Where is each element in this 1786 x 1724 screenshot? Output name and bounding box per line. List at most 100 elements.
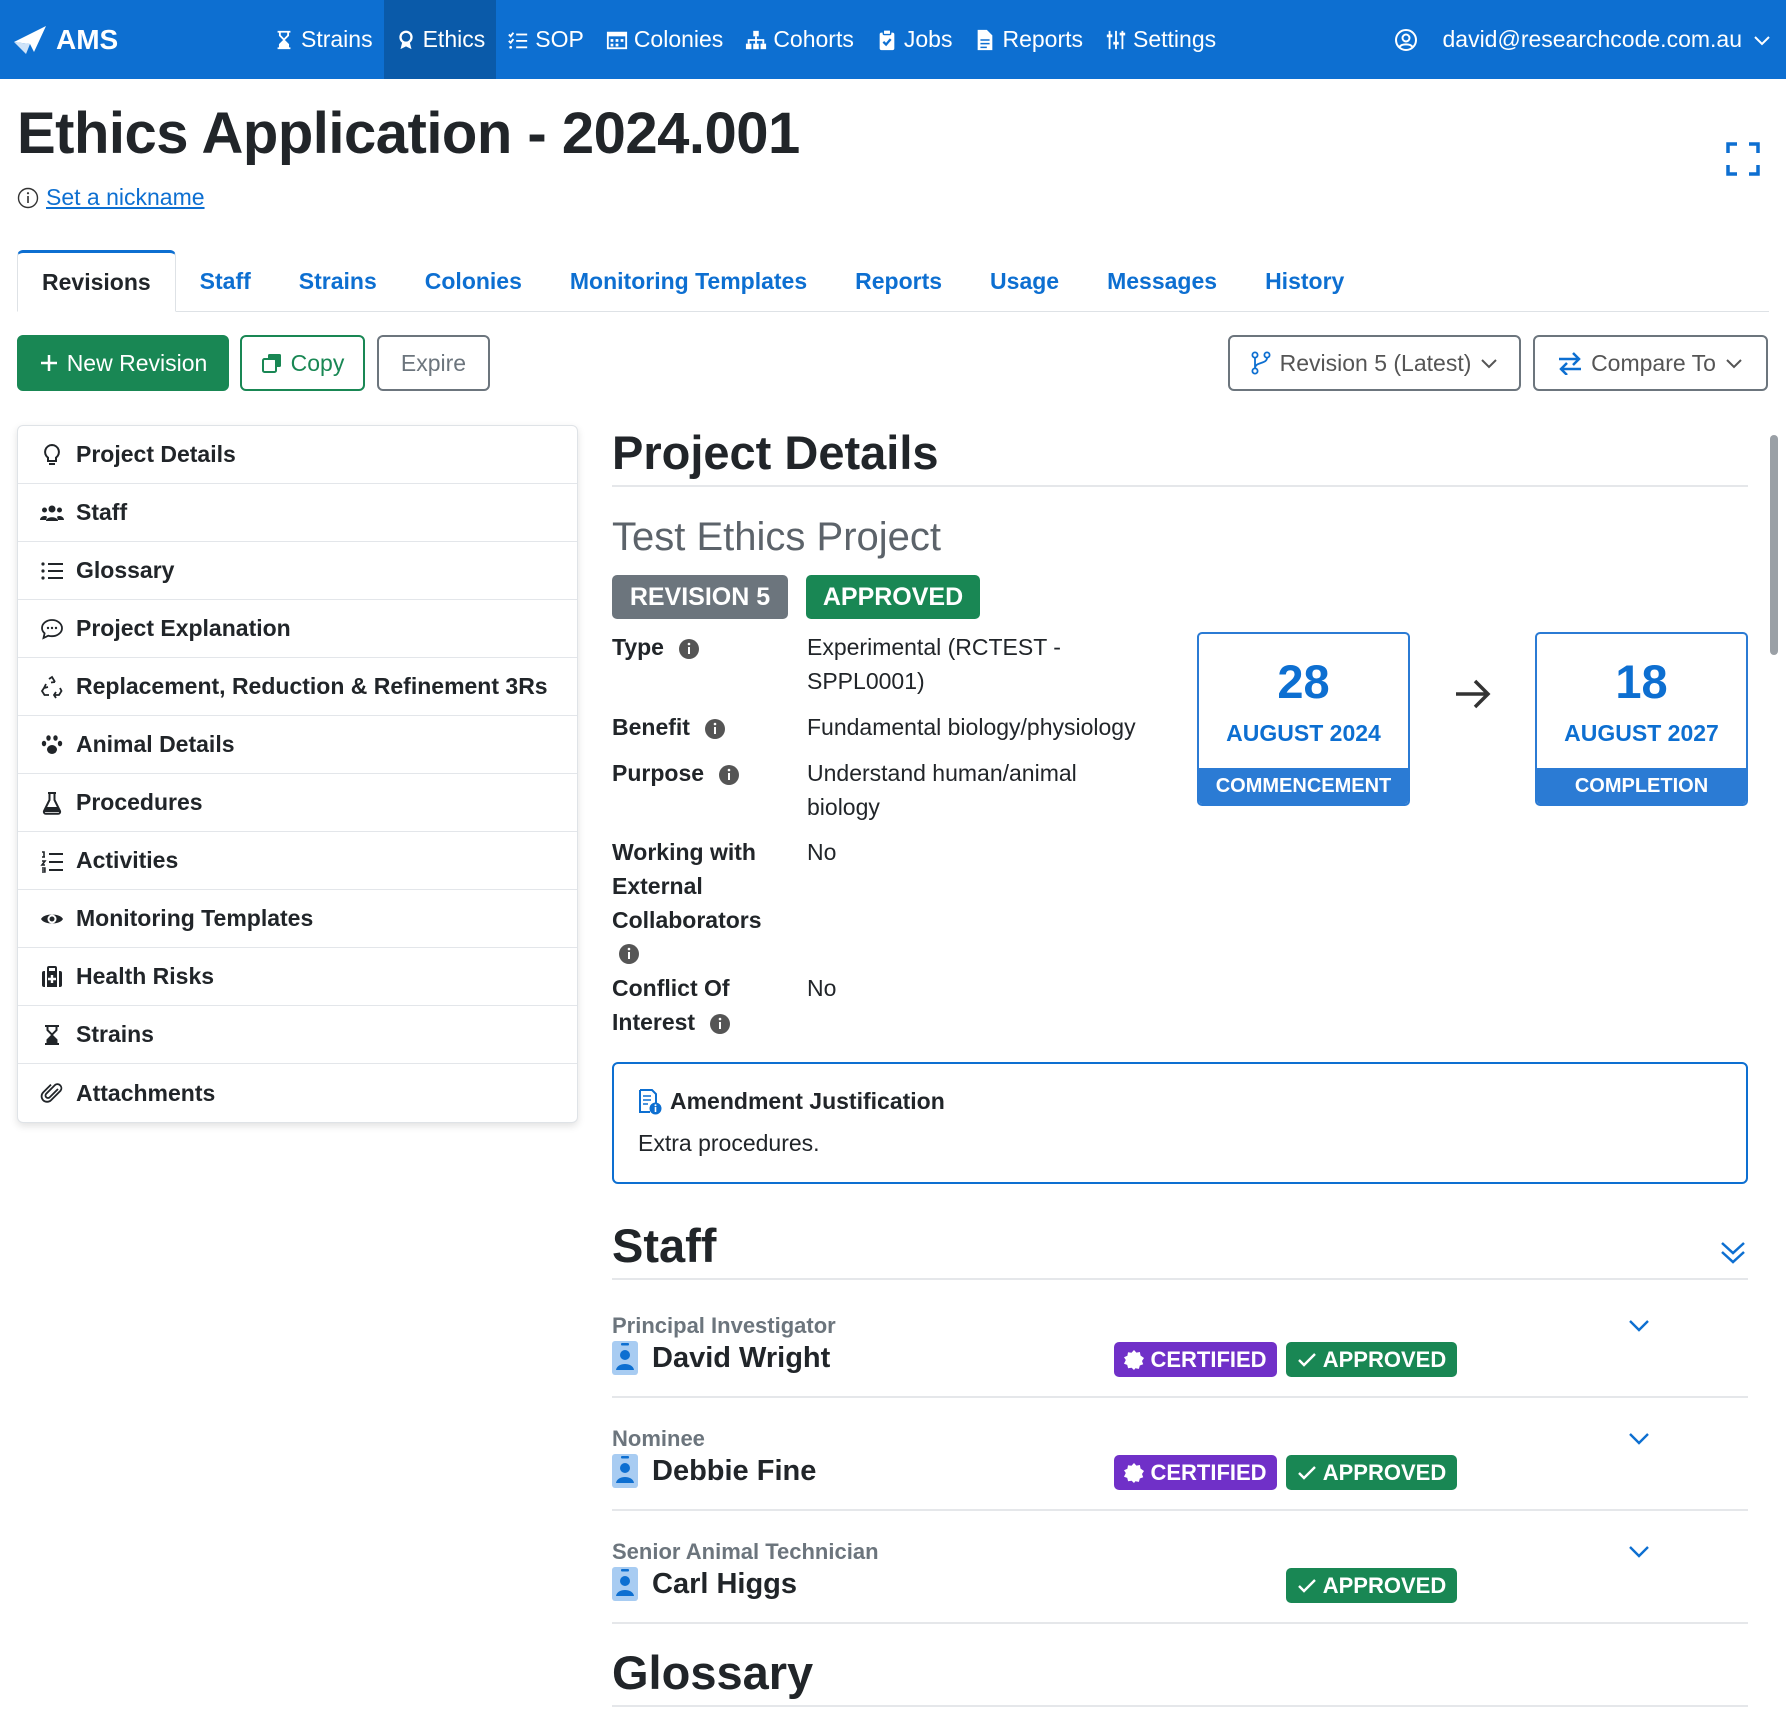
staff-role: Nominee	[612, 1426, 705, 1451]
nav-reports[interactable]: Reports	[963, 0, 1094, 79]
set-nickname-link[interactable]: Set a nickname	[46, 184, 205, 211]
tab-colonies[interactable]: Colonies	[401, 250, 546, 312]
sidebar-item-monitoring-templates[interactable]: Monitoring Templates	[18, 890, 577, 948]
tab-monitoring-templates[interactable]: Monitoring Templates	[546, 250, 831, 312]
info-icon[interactable]	[718, 764, 740, 786]
approved-badge: APPROVED	[1286, 1455, 1457, 1490]
staff-member-name[interactable]: Carl Higgs	[612, 1567, 797, 1601]
swap-arrows-icon	[1559, 352, 1582, 375]
flask-icon	[42, 791, 62, 815]
external-collaborators-label: Working with External Collaborators	[612, 835, 762, 965]
fullscreen-icon[interactable]	[1726, 142, 1760, 176]
nav-jobs[interactable]: Jobs	[865, 0, 964, 79]
tab-history[interactable]: History	[1241, 250, 1368, 312]
sitemap-icon	[746, 30, 767, 49]
sidebar-item-strains[interactable]: Strains	[18, 1006, 577, 1064]
compare-to-select[interactable]: Compare To	[1533, 335, 1768, 391]
tab-revisions[interactable]: Revisions	[17, 250, 176, 312]
amendment-text: Extra procedures.	[638, 1130, 820, 1156]
chevron-down-icon	[1726, 359, 1742, 369]
purpose-label: Purpose	[612, 756, 740, 790]
staff-role: Senior Animal Technician	[612, 1539, 879, 1564]
type-label: Type	[612, 630, 700, 664]
purpose-value: Understand human/animal biology	[807, 760, 1077, 820]
glossary-heading: Glossary	[612, 1646, 814, 1699]
new-revision-button[interactable]: New Revision	[17, 335, 229, 391]
staff-role: Principal Investigator	[612, 1313, 836, 1338]
sliders-icon	[1106, 30, 1126, 49]
staff-heading: Staff	[612, 1219, 717, 1272]
check-icon	[1297, 1352, 1316, 1367]
revision-badge: REVISION 5	[612, 575, 788, 619]
sidebar-item-activities[interactable]: Activities	[18, 832, 577, 890]
benefit-value: Fundamental biology/physiology	[807, 714, 1136, 740]
divider	[612, 1509, 1748, 1511]
external-collaborators-value: No	[807, 839, 837, 865]
amendment-title: Amendment Justification	[670, 1088, 945, 1114]
person-badge-icon	[612, 1454, 638, 1488]
tab-reports[interactable]: Reports	[831, 250, 966, 312]
revision-select[interactable]: Revision 5 (Latest)	[1228, 335, 1521, 391]
top-navbar: AMS Strains Ethics SOP Colonies Cohorts …	[0, 0, 1786, 79]
double-chevron-down-icon[interactable]	[1718, 1237, 1748, 1267]
chevron-down-icon[interactable]	[1626, 1426, 1652, 1452]
tab-staff[interactable]: Staff	[176, 250, 275, 312]
arrow-right-icon	[1456, 679, 1491, 709]
nav-sop[interactable]: SOP	[496, 0, 595, 79]
sidebar-item-project-explanation[interactable]: Project Explanation	[18, 600, 577, 658]
list-check-icon	[508, 31, 528, 49]
benefit-label: Benefit	[612, 710, 726, 744]
eye-icon	[41, 914, 63, 923]
scrollbar-thumb[interactable]	[1770, 435, 1778, 655]
sidebar-item-project-details[interactable]: Project Details	[18, 426, 577, 484]
certificate-icon	[1124, 1349, 1145, 1370]
list-icon	[41, 561, 63, 580]
certificate-icon	[1124, 1462, 1145, 1483]
person-badge-icon	[612, 1341, 638, 1375]
nav-cohorts[interactable]: Cohorts	[734, 0, 865, 79]
sidebar-item-staff[interactable]: Staff	[18, 484, 577, 542]
user-circle-icon	[1395, 28, 1418, 51]
staff-member-name[interactable]: Debbie Fine	[612, 1454, 816, 1488]
sidebar-item-procedures[interactable]: Procedures	[18, 774, 577, 832]
info-icon[interactable]	[704, 718, 726, 740]
paperclip-icon	[40, 1083, 63, 1103]
nav-ethics[interactable]: Ethics	[383, 0, 497, 79]
status-badge: APPROVED	[806, 575, 980, 619]
page-title: Ethics Application - 2024.001	[17, 101, 800, 166]
tab-messages[interactable]: Messages	[1083, 250, 1241, 312]
info-circle-icon	[17, 187, 39, 208]
commencement-date: 28 AUGUST 2024 COMMENCEMENT	[1197, 632, 1410, 806]
nav-strains[interactable]: Strains	[262, 0, 384, 79]
app-brand[interactable]: AMS	[12, 0, 118, 79]
sidebar-item-health-risks[interactable]: Health Risks	[18, 948, 577, 1006]
divider	[612, 485, 1748, 487]
sidebar-item-3rs[interactable]: Replacement, Reduction & Refinement 3Rs	[18, 658, 577, 716]
info-icon[interactable]	[678, 638, 700, 660]
copy-icon	[261, 354, 281, 373]
expire-button[interactable]: Expire	[377, 335, 490, 391]
info-icon[interactable]	[709, 1013, 731, 1035]
certified-badge: CERTIFIED	[1114, 1455, 1277, 1490]
staff-member-name[interactable]: David Wright	[612, 1341, 830, 1375]
divider	[612, 1278, 1748, 1280]
tab-usage[interactable]: Usage	[966, 250, 1083, 312]
info-icon[interactable]	[618, 943, 640, 965]
recycle-icon	[40, 675, 63, 698]
tab-strains[interactable]: Strains	[275, 250, 401, 312]
ams-logo-icon	[14, 25, 46, 54]
approved-badge: APPROVED	[1286, 1568, 1457, 1603]
users-icon	[40, 505, 64, 521]
main-content[interactable]: Project Details Test Ethics Project REVI…	[612, 425, 1748, 1724]
chevron-down-icon[interactable]	[1626, 1539, 1652, 1565]
divider	[612, 1396, 1748, 1398]
sidebar-item-animal-details[interactable]: Animal Details	[18, 716, 577, 774]
nav-colonies[interactable]: Colonies	[595, 0, 735, 79]
copy-button[interactable]: Copy	[240, 335, 365, 391]
sidebar-item-attachments[interactable]: Attachments	[18, 1064, 577, 1122]
completion-date: 18 AUGUST 2027 COMPLETION	[1535, 632, 1748, 806]
nav-settings[interactable]: Settings	[1094, 0, 1227, 79]
user-menu[interactable]: david@researchcode.com.au	[1394, 0, 1772, 79]
sidebar-item-glossary[interactable]: Glossary	[18, 542, 577, 600]
chevron-down-icon[interactable]	[1626, 1313, 1652, 1339]
